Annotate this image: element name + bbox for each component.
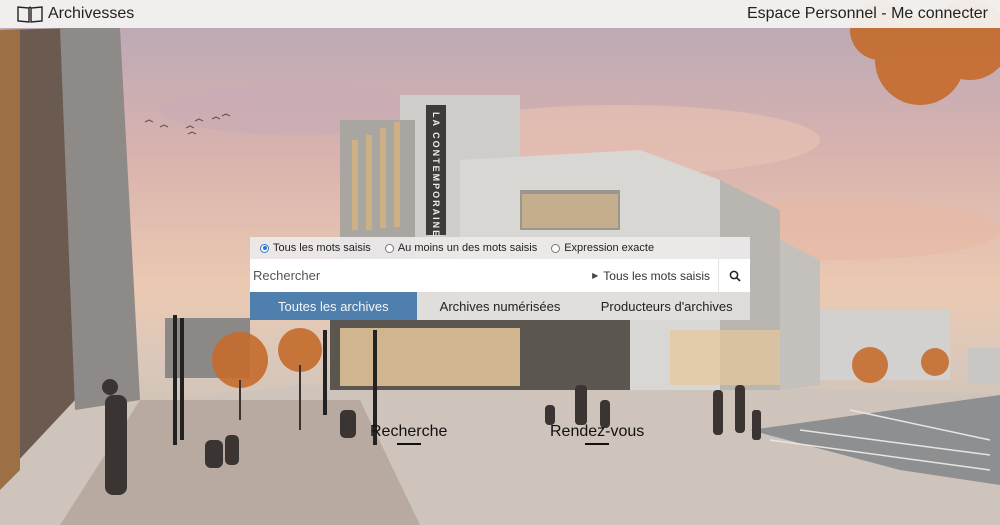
search-mode-label: Tous les mots saisis (273, 242, 371, 254)
search-panel: Tous les mots saisis Au moins un des mot… (250, 237, 751, 320)
link-underline (396, 443, 421, 445)
search-mode-all-words[interactable]: Tous les mots saisis (260, 242, 371, 254)
search-mode-label: Expression exacte (564, 242, 655, 254)
tab-archive-producers[interactable]: Producteurs d'archives (583, 292, 751, 320)
tab-all-archives[interactable]: Toutes les archives (250, 292, 417, 320)
recherche-link-label: Recherche (370, 423, 448, 440)
caret-right-icon: ▶ (592, 271, 599, 280)
search-scope-label: Tous les mots saisis (603, 268, 710, 283)
archive-tabs: Toutes les archives Archives numérisées … (250, 292, 751, 320)
tab-digitized-archives[interactable]: Archives numérisées (416, 292, 584, 320)
brand[interactable]: Archivesses (16, 4, 134, 24)
brand-name: Archivesses (48, 5, 135, 22)
search-button[interactable] (718, 259, 750, 292)
magnifier-icon (729, 270, 741, 282)
open-book-icon (17, 6, 43, 23)
radio-exact[interactable] (551, 243, 561, 253)
radio-any-word[interactable] (384, 243, 394, 253)
radio-all-words[interactable] (260, 243, 269, 253)
search-input[interactable] (250, 259, 593, 292)
rendez-vous-link-label: Rendez-vous (550, 423, 645, 440)
search-mode-exact[interactable]: Expression exacte (551, 242, 654, 254)
search-row: ▶ Tous les mots saisis (250, 259, 750, 292)
link-underline (585, 443, 610, 445)
top-bar: Archivesses Espace Personnel - Me connec… (0, 0, 1000, 28)
search-mode-label: Au moins un des mots saisis (397, 242, 538, 254)
rendez-vous-link[interactable]: Rendez-vous (550, 423, 644, 445)
account-link[interactable]: Espace Personnel - Me connecter (747, 5, 988, 23)
recherche-link[interactable]: Recherche (370, 423, 447, 445)
search-scope-dropdown[interactable]: ▶ Tous les mots saisis (592, 269, 718, 283)
search-mode-options: Tous les mots saisis Au moins un des mot… (250, 237, 750, 259)
search-mode-any-word[interactable]: Au moins un des mots saisis (384, 242, 538, 254)
building-sign: LA CONTEMPORAINE (431, 112, 441, 238)
